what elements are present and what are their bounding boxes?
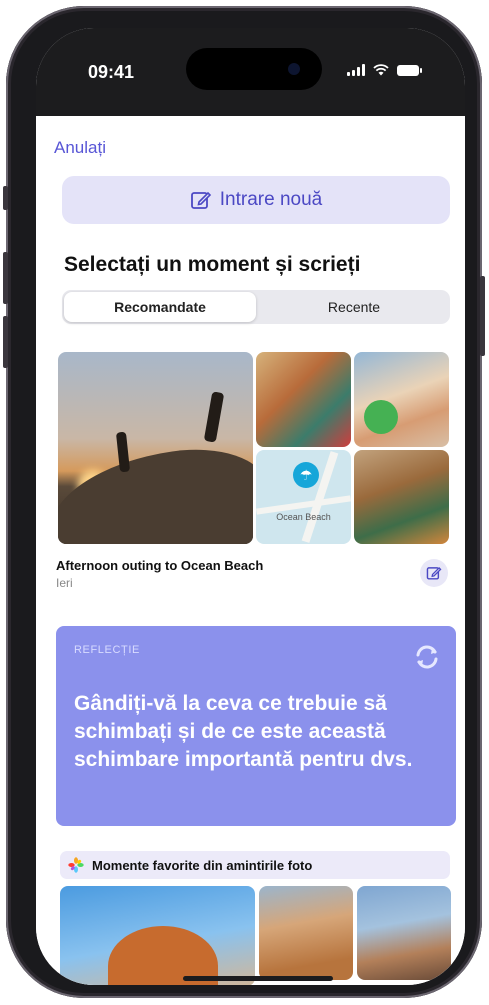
segmented-control: Recomandate Recente — [62, 290, 450, 324]
side-button-volume-down — [3, 316, 8, 368]
compose-icon — [426, 566, 442, 580]
photo-beach-ball — [354, 352, 449, 447]
moment-subtitle: Ieri — [56, 576, 73, 590]
tab-recomandate[interactable]: Recomandate — [64, 292, 256, 322]
new-entry-button[interactable]: Intrare nouă — [62, 176, 450, 224]
dynamic-island — [186, 48, 322, 90]
photo-hat — [60, 886, 255, 985]
moment-title: Afternoon outing to Ocean Beach — [56, 558, 264, 573]
photo-selfie — [354, 450, 449, 544]
moment-card[interactable]: ☂ Ocean Beach — [56, 350, 456, 550]
cancel-button[interactable]: Anulați — [54, 138, 106, 158]
refresh-icon[interactable] — [410, 640, 444, 674]
signal-icon — [347, 64, 365, 76]
favorites-header[interactable]: Momente favorite din amintirile foto — [60, 851, 450, 879]
photo-cave-arch — [357, 886, 451, 980]
map-tile: ☂ Ocean Beach — [256, 450, 351, 544]
camera-icon — [288, 63, 300, 75]
photo-portrait — [256, 352, 351, 447]
compose-icon — [190, 191, 211, 209]
section-title: Selectați un moment și scrieți — [64, 253, 361, 276]
beach-umbrella-icon: ☂ — [293, 462, 319, 488]
status-time: 09:41 — [88, 62, 135, 82]
screen: 09:41 Anulați Intrare nouă Selectați un … — [36, 28, 465, 985]
photo-desert-sitting — [259, 886, 353, 980]
status-icons — [347, 64, 422, 76]
phone-frame: 09:41 Anulați Intrare nouă Selectați un … — [3, 6, 485, 998]
photos-icon — [68, 857, 84, 873]
side-button-silent — [3, 186, 8, 210]
side-button-power — [480, 276, 485, 356]
side-button-volume-up — [3, 252, 8, 304]
map-label: Ocean Beach — [276, 512, 331, 522]
reflection-prompt: Gândiți-vă la ceva ce trebuie să schimba… — [74, 692, 413, 771]
favorites-photos — [60, 886, 452, 985]
home-indicator[interactable] — [183, 976, 333, 981]
journal-sheet: Anulați Intrare nouă Selectați un moment… — [36, 116, 465, 985]
new-entry-label: Intrare nouă — [219, 189, 323, 210]
photo-main — [58, 352, 253, 544]
favorites-label: Momente favorite din amintirile foto — [92, 857, 313, 873]
reflection-kicker: REFLECȚIE — [74, 644, 140, 656]
reflection-card[interactable]: REFLECȚIE Gândiți-vă la ceva ce trebuie … — [56, 626, 456, 826]
tab-recente[interactable]: Recente — [258, 290, 450, 324]
edit-moment-button[interactable] — [420, 559, 448, 587]
wifi-icon — [373, 64, 389, 76]
battery-icon — [397, 65, 422, 76]
status-bar: 09:41 — [36, 28, 465, 116]
